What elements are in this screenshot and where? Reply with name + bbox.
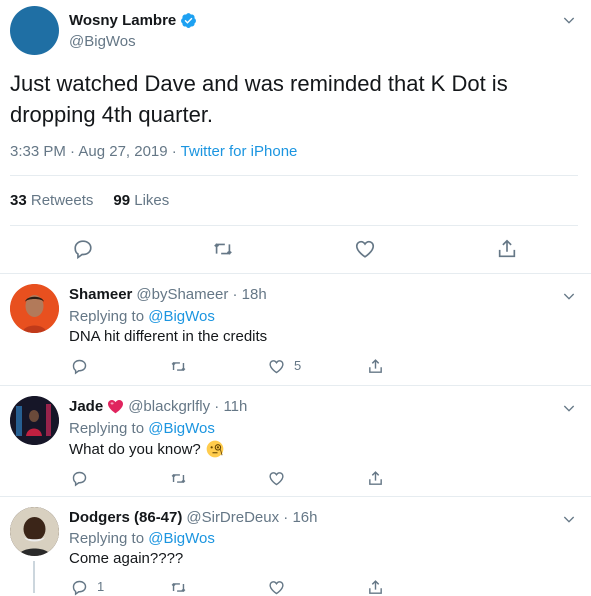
tweet-meta: 3:33 PM · Aug 27, 2019 · Twitter for iPh… — [10, 143, 297, 160]
tweet-text: Just watched Dave and was reminded that … — [10, 71, 508, 127]
chevron-down-icon[interactable] — [561, 511, 577, 527]
replying-to-prefix: Replying to — [69, 308, 149, 325]
reply-tweet[interactable]: Jade @blackgrlfly · 11h Replying to @Big… — [0, 386, 591, 496]
likes-stat[interactable]: 99 Likes — [113, 192, 169, 209]
timestamp[interactable]: 3:33 PM · Aug 27, 2019 · — [10, 143, 181, 160]
retweet-icon[interactable] — [170, 579, 187, 596]
share-icon[interactable] — [367, 470, 384, 487]
reply-author-handle[interactable]: @byShameer · 18h — [136, 286, 266, 303]
replying-to: Replying to @BigWos — [69, 530, 215, 547]
like-icon[interactable] — [268, 579, 285, 596]
avatar[interactable] — [10, 396, 59, 445]
monocle-face-emoji-icon — [205, 439, 225, 459]
replying-to-link[interactable]: @BigWos — [148, 530, 215, 547]
reply-icon[interactable] — [72, 238, 94, 260]
likes-count: 99 — [113, 192, 131, 209]
reply-text-content: What do you know? — [69, 440, 201, 458]
reply-text: Come again???? — [69, 550, 183, 567]
retweets-count: 33 — [10, 192, 27, 209]
reply-tweet[interactable]: Shameer @byShameer · 18h Replying to @Bi… — [0, 274, 591, 384]
avatar[interactable] — [10, 507, 59, 556]
replying-to-prefix: Replying to — [69, 420, 149, 437]
like-icon[interactable] — [268, 358, 285, 375]
replying-to-prefix: Replying to — [69, 530, 149, 547]
replying-to-link[interactable]: @BigWos — [148, 420, 215, 437]
thread-line — [33, 561, 35, 593]
reply-header: Jade @blackgrlfly · 11h — [69, 398, 247, 415]
reply-count: 1 — [97, 579, 105, 594]
reply-header: Dodgers (86-47) @SirDreDeux · 16h — [69, 509, 317, 526]
reply-author-name[interactable]: Shameer — [69, 286, 132, 303]
tweet-actions — [0, 238, 591, 262]
retweet-icon[interactable] — [212, 238, 234, 260]
share-icon[interactable] — [496, 238, 518, 260]
reply-author-handle[interactable]: @blackgrlfly · 11h — [128, 398, 247, 415]
retweet-icon[interactable] — [170, 358, 187, 375]
chevron-down-icon[interactable] — [561, 288, 577, 304]
reply-header: Shameer @byShameer · 18h — [69, 286, 267, 303]
reply-text-content: DNA hit different in the credits — [69, 328, 268, 345]
verified-icon — [180, 12, 197, 29]
like-icon[interactable] — [268, 470, 285, 487]
replying-to: Replying to @BigWos — [69, 420, 215, 437]
like-count: 5 — [294, 358, 302, 373]
reply-author-name[interactable]: Dodgers (86-47) — [69, 509, 182, 526]
like-icon[interactable] — [354, 238, 376, 260]
reply-text: What do you know? — [69, 439, 225, 459]
avatar[interactable] — [10, 6, 59, 55]
retweets-stat[interactable]: 33 Retweets — [10, 192, 93, 209]
replying-to: Replying to @BigWos — [69, 308, 215, 325]
reply-icon[interactable] — [71, 358, 88, 375]
reply-icon[interactable] — [71, 470, 88, 487]
reply-author-name[interactable]: Jade — [69, 398, 103, 415]
author-handle[interactable]: @BigWos — [69, 33, 136, 50]
reply-text-content: Come again???? — [69, 550, 184, 567]
avatar[interactable] — [10, 284, 59, 333]
heart-emoji-icon — [107, 399, 124, 414]
share-icon[interactable] — [367, 579, 384, 596]
likes-label: Likes — [134, 192, 170, 209]
author-name-row[interactable]: Wosny Lambre — [69, 12, 197, 29]
main-tweet: Wosny Lambre @BigWos Just watched Dave a… — [0, 0, 591, 273]
reply-icon[interactable] — [71, 579, 88, 596]
retweet-icon[interactable] — [170, 470, 187, 487]
reply-tweet[interactable]: Dodgers (86-47) @SirDreDeux · 16h Replyi… — [0, 497, 591, 596]
divider — [10, 175, 578, 176]
share-icon[interactable] — [367, 358, 384, 375]
chevron-down-icon[interactable] — [561, 12, 577, 28]
reply-text: DNA hit different in the credits — [69, 328, 267, 345]
replying-to-link[interactable]: @BigWos — [148, 308, 215, 325]
display-name[interactable]: Wosny Lambre — [69, 12, 176, 29]
divider — [10, 225, 578, 226]
tweet-stats: 33 Retweets 99 Likes — [10, 192, 169, 209]
retweets-label: Retweets — [30, 192, 94, 209]
chevron-down-icon[interactable] — [561, 400, 577, 416]
reply-author-handle[interactable]: @SirDreDeux · 16h — [186, 509, 317, 526]
source-link[interactable]: Twitter for iPhone — [181, 143, 298, 160]
